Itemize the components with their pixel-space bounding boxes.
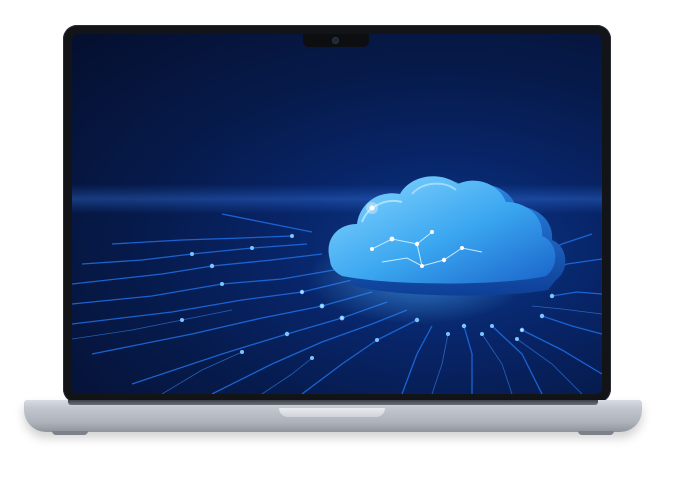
opening-notch <box>279 408 385 417</box>
laptop-lid <box>63 25 611 403</box>
circuit-cloud-illustration <box>72 176 602 394</box>
foot-left <box>52 431 88 435</box>
foot-right <box>578 431 614 435</box>
laptop-screen <box>72 34 602 394</box>
camera-notch <box>303 34 369 47</box>
laptop-base <box>24 400 642 435</box>
webcam <box>333 38 338 43</box>
image-canvas <box>0 0 676 488</box>
hinge <box>68 400 598 405</box>
